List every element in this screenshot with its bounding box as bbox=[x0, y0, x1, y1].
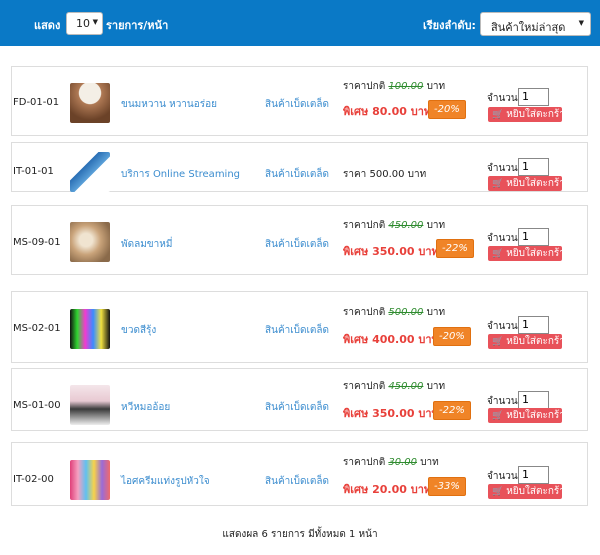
discount-badge: -22% bbox=[433, 401, 471, 420]
product-image[interactable] bbox=[70, 385, 110, 425]
add-to-cart-button[interactable]: 🛒 หยิบใส่ตะกร้า bbox=[488, 408, 565, 423]
regular-price: ราคาปกติ 450.00 บาท bbox=[343, 381, 446, 392]
add-to-cart-button[interactable]: 🛒 หยิบใส่ตะกร้า bbox=[488, 246, 565, 261]
product-card: MS-02-01 ขวดสีรุ้ง สินค้าเบ็ดเตล็ด ราคาป… bbox=[11, 291, 588, 363]
add-to-cart-button[interactable]: 🛒 หยิบใส่ตะกร้า bbox=[488, 107, 565, 122]
product-name-link[interactable]: พัดลมขาหมี่ bbox=[121, 237, 172, 252]
product-card: FD-01-01 ขนมหวาน หวานอร่อย สินค้าเบ็ดเตล… bbox=[11, 66, 588, 136]
product-card: MS-01-00 หวีหมออ้อย สินค้าเบ็ดเตล็ด ราคา… bbox=[11, 368, 588, 431]
shopping-cart-icon: 🛒 bbox=[492, 110, 504, 120]
quantity-input[interactable]: 1 bbox=[518, 466, 549, 484]
shopping-cart-icon: 🛒 bbox=[492, 337, 504, 347]
chevron-down-icon: ▼ bbox=[578, 19, 584, 27]
quantity-input[interactable]: 1 bbox=[518, 158, 549, 176]
special-price: พิเศษ 400.00 บาท bbox=[343, 333, 439, 346]
product-card: IT-01-01 บริการ Online Streaming สินค้าเ… bbox=[11, 142, 588, 192]
product-category-link[interactable]: สินค้าเบ็ดเตล็ด bbox=[265, 400, 329, 415]
product-category-link[interactable]: สินค้าเบ็ดเตล็ด bbox=[265, 167, 329, 182]
regular-price: ราคาปกติ 30.00 บาท bbox=[343, 457, 439, 468]
product-code: MS-01-00 bbox=[13, 400, 61, 411]
product-name-link[interactable]: ขวดสีรุ้ง bbox=[121, 323, 156, 338]
quantity-label: จำนวน bbox=[487, 163, 518, 174]
discount-badge: -20% bbox=[428, 100, 466, 119]
special-price: พิเศษ 350.00 บาท bbox=[343, 407, 439, 420]
add-to-cart-button[interactable]: 🛒 หยิบใส่ตะกร้า bbox=[488, 176, 565, 191]
discount-badge: -20% bbox=[433, 327, 471, 346]
per-page-value: 10 bbox=[76, 17, 90, 30]
quantity-label: จำนวน bbox=[487, 233, 518, 244]
quantity-input[interactable]: 1 bbox=[518, 391, 549, 409]
discount-badge: -22% bbox=[436, 239, 474, 258]
chevron-down-icon: ▼ bbox=[92, 18, 98, 26]
product-image[interactable] bbox=[70, 460, 110, 500]
product-image[interactable] bbox=[70, 309, 110, 349]
add-to-cart-button[interactable]: 🛒 หยิบใส่ตะกร้า bbox=[488, 334, 565, 349]
product-category-link[interactable]: สินค้าเบ็ดเตล็ด bbox=[265, 474, 329, 489]
product-name-link[interactable]: ขนมหวาน หวานอร่อย bbox=[121, 97, 217, 112]
product-code: MS-09-01 bbox=[13, 237, 61, 248]
quantity-input[interactable]: 1 bbox=[518, 88, 549, 106]
product-code: IT-02-00 bbox=[13, 474, 54, 485]
product-image[interactable] bbox=[70, 222, 110, 262]
quantity-label: จำนวน bbox=[487, 321, 518, 332]
product-category-link[interactable]: สินค้าเบ็ดเตล็ด bbox=[265, 97, 329, 112]
product-category-link[interactable]: สินค้าเบ็ดเตล็ด bbox=[265, 323, 329, 338]
show-label: แสดง bbox=[34, 19, 61, 32]
sort-value: สินค้าใหม่ล่าสุด bbox=[491, 21, 566, 34]
regular-price: ราคาปกติ 100.00 บาท bbox=[343, 81, 446, 92]
discount-badge: -33% bbox=[428, 477, 466, 496]
regular-price: ราคาปกติ 500.00 บาท bbox=[343, 307, 446, 318]
shopping-cart-icon: 🛒 bbox=[492, 411, 504, 421]
add-to-cart-button[interactable]: 🛒 หยิบใส่ตะกร้า bbox=[488, 484, 565, 499]
product-code: FD-01-01 bbox=[13, 97, 60, 108]
quantity-label: จำนวน bbox=[487, 396, 518, 407]
product-card: IT-02-00 ไอศครีมแท่งรูปหัวใจ สินค้าเบ็ดเ… bbox=[11, 442, 588, 506]
product-image[interactable] bbox=[70, 152, 110, 192]
quantity-label: จำนวน bbox=[487, 93, 518, 104]
shopping-cart-icon: 🛒 bbox=[492, 179, 504, 189]
sort-select[interactable]: สินค้าใหม่ล่าสุด ▼ bbox=[480, 12, 591, 36]
pagination-summary: แสดงผล 6 รายการ มีทั้งหมด 1 หน้า bbox=[222, 529, 378, 540]
per-page-suffix: รายการ/หน้า bbox=[106, 19, 169, 32]
shopping-cart-icon: 🛒 bbox=[492, 249, 504, 259]
listing-toolbar: แสดง 10 ▼ รายการ/หน้า เรียงลำดับ: สินค้า… bbox=[0, 0, 600, 46]
sort-label: เรียงลำดับ: bbox=[423, 19, 476, 32]
per-page-select[interactable]: 10 ▼ bbox=[66, 12, 103, 35]
product-image[interactable] bbox=[70, 83, 110, 123]
quantity-label: จำนวน bbox=[487, 471, 518, 482]
product-name-link[interactable]: ไอศครีมแท่งรูปหัวใจ bbox=[121, 474, 210, 489]
special-price: พิเศษ 20.00 บาท bbox=[343, 483, 432, 496]
product-name-link[interactable]: บริการ Online Streaming bbox=[121, 167, 240, 182]
product-code: IT-01-01 bbox=[13, 166, 54, 177]
product-card: MS-09-01 พัดลมขาหมี่ สินค้าเบ็ดเตล็ด ราค… bbox=[11, 205, 588, 275]
special-price: พิเศษ 350.00 บาท bbox=[343, 245, 439, 258]
quantity-input[interactable]: 1 bbox=[518, 228, 549, 246]
product-code: MS-02-01 bbox=[13, 323, 61, 334]
regular-price: ราคาปกติ 450.00 บาท bbox=[343, 220, 446, 231]
quantity-input[interactable]: 1 bbox=[518, 316, 549, 334]
product-category-link[interactable]: สินค้าเบ็ดเตล็ด bbox=[265, 237, 329, 252]
price: ราคา 500.00 บาท bbox=[343, 169, 427, 180]
product-name-link[interactable]: หวีหมออ้อย bbox=[121, 400, 170, 415]
special-price: พิเศษ 80.00 บาท bbox=[343, 105, 432, 118]
shopping-cart-icon: 🛒 bbox=[492, 487, 504, 497]
